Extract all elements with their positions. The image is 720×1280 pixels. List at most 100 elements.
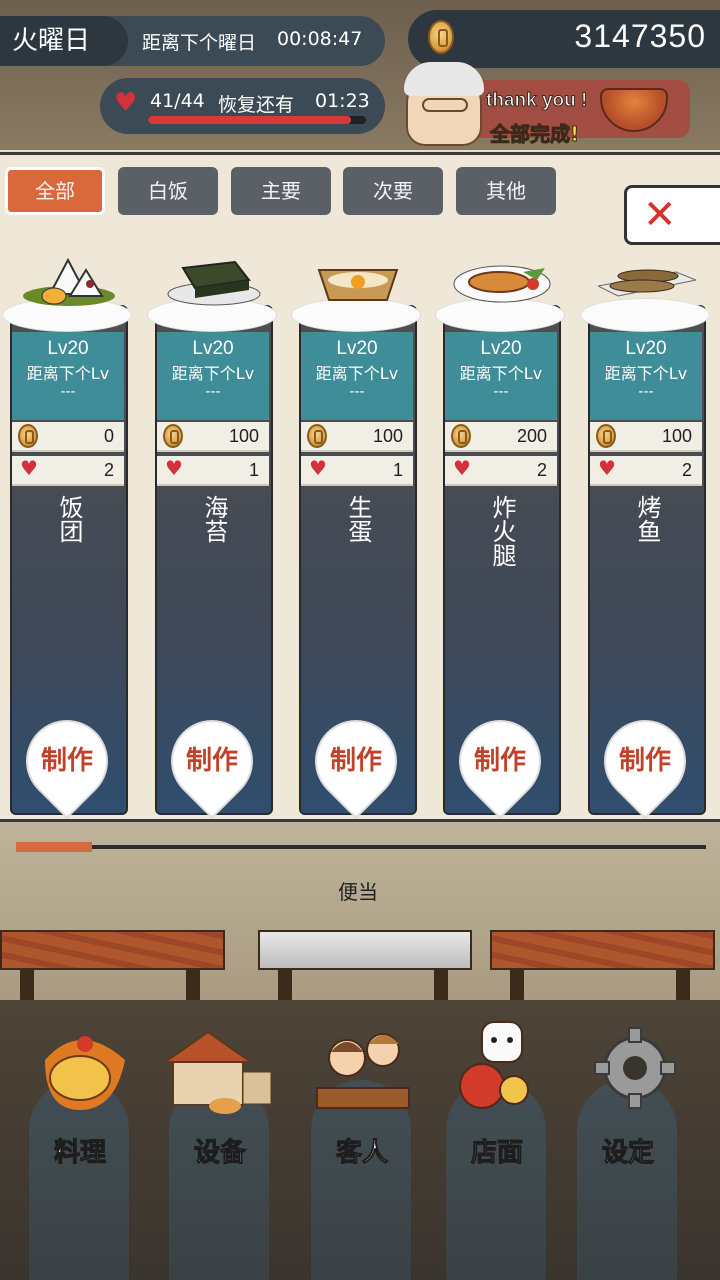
tab-all[interactable]: 全部 [5,167,105,215]
card-level-header: Lv20 距离下个Lv --- [301,332,413,420]
dish-card-onigiri[interactable]: Lv20 距离下个Lv --- 0 ♥ 2 饭团 制作 [2,250,132,819]
next-level-value: --- [349,384,365,400]
all-done-text: 全部完成! [489,122,580,147]
tab-main[interactable]: 主要 [231,167,331,215]
dish-heart-cost: 1 [248,460,259,480]
heart-icon: ♥ [309,456,327,480]
heart-cost-row: ♥ 1 [157,456,269,486]
nav-storefront-label: 店面 [470,1138,523,1169]
close-button[interactable]: ✕ [624,185,720,245]
thank-you-text: thank you ! [485,90,588,112]
make-button-label[interactable]: 制作 [171,740,253,777]
thank-you-banner[interactable]: thank you ! 全部完成! [400,60,690,150]
dish-heart-cost: 2 [536,460,547,480]
next-level-value: --- [205,384,221,400]
next-level-label: 距离下个Lv [604,364,688,383]
bento-label: 便当 [338,880,378,904]
price-row: 200 [445,422,557,452]
next-level-label: 距离下个Lv [315,364,399,383]
tab-other[interactable]: 其他 [456,167,556,215]
nav-cooking[interactable]: 料理 [15,1020,145,1280]
heart-cost-row: ♥ 1 [301,456,413,486]
recipe-scrollbar[interactable] [16,842,706,852]
customers-icon [316,1033,410,1109]
dish-heart-cost: 2 [103,460,114,480]
recipe-panel: 全部 白饭 主要 次要 其他 ✕ Lv20 距离下个Lv --- 0 ♥ 2 饭… [0,152,720,822]
nav-equipment[interactable]: 设备 [155,1020,285,1280]
table-wood-left[interactable] [0,930,225,1000]
nav-cooking-label: 料理 [53,1138,106,1169]
close-icon: ✕ [643,192,677,238]
dish-name: 海苔 [200,495,228,543]
stamina-bar-fill [148,116,351,124]
dish-card-seaweed[interactable]: Lv20 距离下个Lv --- 100 ♥ 1 海苔 制作 [147,250,277,819]
dish-name: 炸火腿 [488,495,516,567]
make-button-label[interactable]: 制作 [604,740,686,777]
price-row: 100 [157,422,269,452]
next-level-label: 距离下个Lv [459,364,543,383]
dish-level: Lv20 [192,338,234,359]
dish-name: 饭团 [55,495,83,543]
raw-egg-icon [317,269,399,301]
coin-icon [18,424,38,448]
make-button-label[interactable]: 制作 [459,740,541,777]
table-wood-right[interactable] [490,930,715,1000]
card-level-header: Lv20 距离下个Lv --- [157,332,269,420]
heart-icon: ♥ [598,456,616,480]
nav-storefront[interactable]: 店面 [432,1020,562,1280]
dish-card-raw-egg[interactable]: Lv20 距离下个Lv --- 100 ♥ 1 生蛋 制作 [291,250,421,819]
dish-level: Lv20 [625,338,667,359]
dish-name: 烤鱼 [633,495,661,543]
day-countdown: 00:08:47 [277,28,363,50]
dish-heart-cost: 2 [681,460,692,480]
next-level-label: 距离下个Lv [26,364,110,383]
dish-level: Lv20 [480,338,522,359]
nav-customers[interactable]: 客人 [297,1020,427,1280]
heart-icon: ♥ [165,456,183,480]
dish-price: 200 [516,426,547,446]
price-row: 100 [301,422,413,452]
scrollbar-thumb[interactable] [16,842,92,852]
recover-timer: 01:23 [315,90,370,112]
card-level-header: Lv20 距离下个Lv --- [590,332,702,420]
make-button-label[interactable]: 制作 [26,740,108,777]
nav-settings[interactable]: 设定 [563,1020,693,1280]
next-level-value: --- [638,384,654,400]
heart-cost-row: ♥ 2 [590,456,702,486]
heart-icon: ♥ [453,456,471,480]
dish-price: 0 [103,426,114,446]
table-metal[interactable] [258,930,472,1000]
cooking-icon [45,1036,125,1110]
dish-price: 100 [228,426,259,446]
heart-cost-row: ♥ 2 [445,456,557,486]
tab-rice[interactable]: 白饭 [118,167,218,215]
coin-icon [163,424,183,448]
equipment-icon [165,1030,272,1114]
nav-customers-label: 客人 [335,1138,388,1169]
coin-icon [451,424,471,448]
make-button-label[interactable]: 制作 [315,740,397,777]
dish-price: 100 [661,426,692,446]
dish-card-grilled-fish[interactable]: Lv20 距离下个Lv --- 100 ♥ 2 烤鱼 制作 [580,250,710,819]
storefront-icon [459,1021,529,1109]
dish-heart-cost: 1 [392,460,403,480]
coin-icon [596,424,616,448]
tab-side[interactable]: 次要 [343,167,443,215]
grilled-fish-icon [598,269,696,297]
onigiri-icon [23,257,115,306]
dish-level: Lv20 [336,338,378,359]
grandpa-avatar [404,62,484,146]
next-level-value: --- [60,384,76,400]
dish-price: 100 [372,426,403,446]
heart-icon: ♥ [114,88,138,118]
recover-label: 恢复还有 [218,94,295,116]
seaweed-icon [167,260,261,306]
card-level-header: Lv20 距离下个Lv --- [445,332,557,420]
next-level-label: 距离下个Lv [171,364,255,383]
price-row: 100 [590,422,702,452]
coin-icon [428,20,454,54]
day-countdown-label: 距离下个曜日 [142,32,257,54]
stamina-value: 41/44 [150,90,205,112]
stamina-pill: ♥ 41/44 恢复还有 01:23 [100,78,385,134]
dish-card-fried-ham[interactable]: Lv20 距离下个Lv --- 200 ♥ 2 炸火腿 制作 [435,250,565,819]
